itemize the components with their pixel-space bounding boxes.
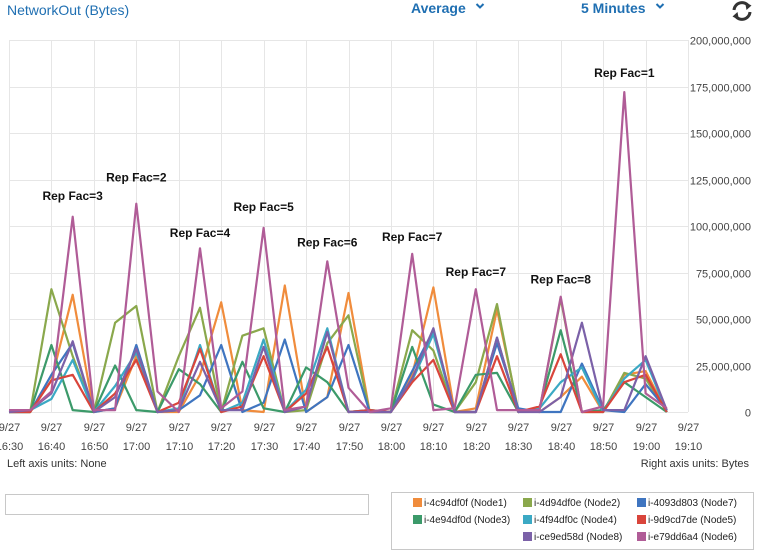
- network-out-chart: 0 25,000,000 50,000,000 75,000,000 100,000,0…: [0, 36, 751, 454]
- x-tick-date: 9/27: [84, 422, 105, 434]
- y-tick-label: 0: [745, 408, 751, 420]
- legend-swatch: [637, 532, 646, 541]
- x-tick-time: 16:30: [0, 441, 23, 453]
- annotation-label: Rep Fac=6: [297, 235, 358, 249]
- x-tick-date: 9/27: [678, 422, 699, 434]
- series-line-8: [9, 90, 668, 414]
- chart-grid: [9, 40, 689, 413]
- legend-swatch: [523, 498, 532, 507]
- annotation-label: Rep Fac=1: [594, 66, 655, 80]
- right-axis-units: Right axis units: Bytes: [640, 458, 749, 470]
- x-tick-date: 9/27: [41, 422, 62, 434]
- time-range-input[interactable]: [5, 494, 369, 515]
- x-tick-time: 18:10: [420, 441, 448, 453]
- legend-item[interactable]: i-4d94df0e (Node2): [523, 498, 620, 509]
- chart-legend: i-4c94df0f (Node1) i-4d94df0e (Node2) i-40…: [391, 492, 754, 550]
- x-tick-date: 9/27: [0, 422, 20, 434]
- x-tick-time: 19:00: [633, 441, 661, 453]
- legend-item[interactable]: i-4e94df0d (Node3): [413, 515, 510, 526]
- y-tick-label: 125,000,000: [690, 176, 751, 188]
- x-tick-date: 9/27: [423, 422, 444, 434]
- legend-label: i-4f94df0c (Node4): [534, 515, 617, 526]
- y-tick-label: 75,000,000: [696, 269, 751, 281]
- legend-label: i-4093d803 (Node7): [648, 498, 737, 509]
- x-tick-date: 9/27: [636, 422, 657, 434]
- x-tick-time: 18:30: [505, 441, 533, 453]
- y-tick-label: 100,000,000: [690, 222, 751, 234]
- legend-item[interactable]: i-4c94df0f (Node1): [413, 498, 507, 509]
- x-tick-time: 19:10: [675, 441, 703, 453]
- x-tick-time: 18:50: [590, 441, 618, 453]
- x-tick-date: 9/27: [339, 422, 360, 434]
- annotation-label: Rep Fac=2: [106, 170, 167, 184]
- x-tick-date: 9/27: [466, 422, 487, 434]
- left-axis-units: Left axis units: None: [7, 458, 107, 470]
- legend-label: i-4d94df0e (Node2): [534, 498, 621, 509]
- x-tick-time: 17:20: [208, 441, 236, 453]
- x-tick-date: 9/27: [381, 422, 402, 434]
- legend-item[interactable]: i-e79dd6a4 (Node6): [637, 532, 737, 543]
- x-tick-time: 17:10: [166, 441, 194, 453]
- legend-swatch: [637, 498, 646, 507]
- legend-swatch: [413, 498, 422, 507]
- legend-swatch: [637, 515, 646, 524]
- legend-item[interactable]: i-9d9cd7de (Node5): [637, 515, 736, 526]
- legend-label: i-4c94df0f (Node1): [424, 498, 507, 509]
- x-tick-date: 9/27: [296, 422, 317, 434]
- x-tick-time: 16:40: [38, 441, 66, 453]
- x-tick-date: 9/27: [593, 422, 614, 434]
- x-tick-date: 9/27: [211, 422, 232, 434]
- x-tick-date: 9/27: [126, 422, 147, 434]
- annotation-label: Rep Fac=4: [170, 226, 231, 240]
- x-tick-time: 17:40: [293, 441, 321, 453]
- x-tick-date: 9/27: [551, 422, 572, 434]
- x-tick-time: 18:40: [548, 441, 576, 453]
- annotation-label: Rep Fac=5: [233, 200, 294, 214]
- legend-label: i-4e94df0d (Node3): [424, 515, 511, 526]
- legend-item[interactable]: i-4093d803 (Node7): [637, 498, 737, 509]
- legend-label: i-9d9cd7de (Node5): [648, 515, 737, 526]
- chart-annotations: Rep Fac=3Rep Fac=2 Rep Fac=4Rep Fac=5 Rep …: [42, 66, 654, 286]
- annotation-label: Rep Fac=7: [446, 265, 507, 279]
- annotation-label: Rep Fac=8: [531, 273, 592, 287]
- legend-swatch: [523, 532, 532, 541]
- x-tick-date: 9/27: [169, 422, 190, 434]
- legend-label: i-ce9ed58d (Node8): [534, 532, 623, 543]
- x-tick-time: 17:30: [251, 441, 279, 453]
- annotation-label: Rep Fac=3: [42, 189, 103, 203]
- y-tick-label: 25,000,000: [696, 362, 751, 374]
- y-tick-label: 200,000,000: [690, 36, 751, 48]
- y-tick-label: 50,000,000: [696, 315, 751, 327]
- x-tick-time: 18:00: [378, 441, 406, 453]
- x-tick-time: 16:50: [81, 441, 109, 453]
- y-tick-label: 175,000,000: [690, 83, 751, 95]
- x-tick-date: 9/27: [508, 422, 529, 434]
- legend-item[interactable]: i-4f94df0c (Node4): [523, 515, 617, 526]
- legend-swatch: [413, 515, 422, 524]
- y-tick-label: 150,000,000: [690, 129, 751, 141]
- annotation-label: Rep Fac=7: [382, 230, 443, 244]
- x-tick-time: 17:50: [336, 441, 364, 453]
- chart-series: [8, 90, 668, 414]
- legend-label: i-e79dd6a4 (Node6): [648, 532, 737, 543]
- legend-item[interactable]: i-ce9ed58d (Node8): [523, 532, 622, 543]
- x-tick-date: 9/27: [254, 422, 275, 434]
- legend-swatch: [523, 515, 532, 524]
- x-tick-time: 18:20: [463, 441, 491, 453]
- x-tick-time: 17:00: [123, 441, 151, 453]
